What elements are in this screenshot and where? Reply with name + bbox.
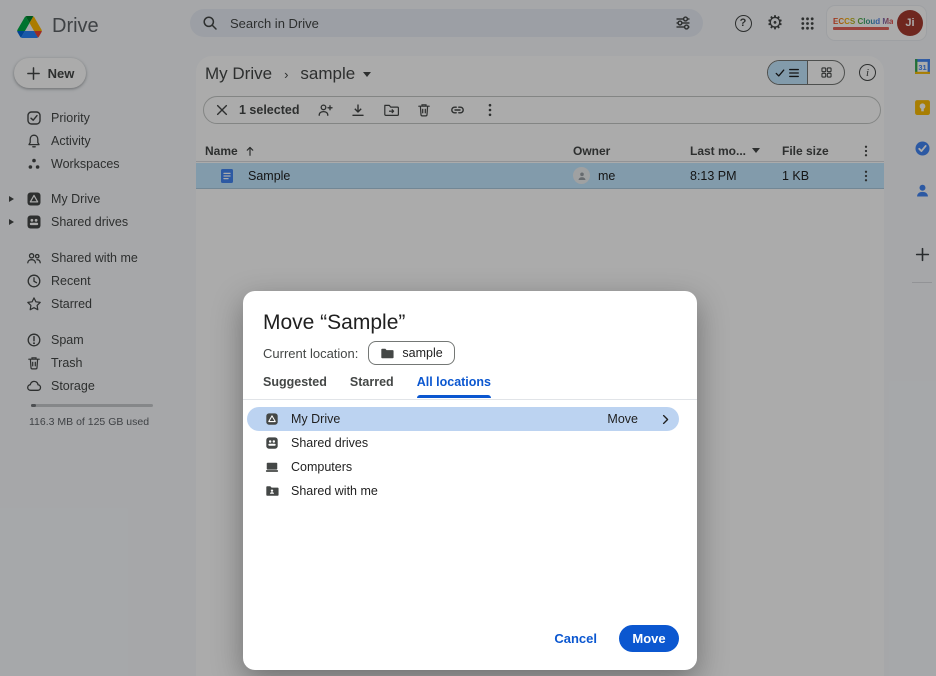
tab-all-locations[interactable]: All locations	[417, 375, 491, 397]
location-label: Computers	[291, 460, 679, 474]
move-button[interactable]: Move	[619, 625, 679, 652]
move-dialog: Move “Sample” Current location: sample S…	[243, 291, 697, 670]
cancel-button[interactable]: Cancel	[554, 631, 597, 646]
current-location-name: sample	[402, 346, 442, 360]
location-label: Shared with me	[291, 484, 679, 498]
folder-icon	[380, 347, 394, 360]
tabs-divider	[243, 399, 697, 400]
current-location-label: Current location:	[263, 346, 358, 361]
location-list: My Drive Move Shared drives Computers Sh…	[243, 407, 697, 503]
location-row-shared-with-me[interactable]: Shared with me	[247, 479, 679, 503]
location-label: Shared drives	[291, 436, 679, 450]
location-label: My Drive	[291, 412, 595, 426]
my-drive-icon	[265, 412, 279, 426]
current-location-chip[interactable]: sample	[368, 341, 454, 365]
dialog-footer: Cancel Move	[554, 625, 679, 652]
location-row-my-drive[interactable]: My Drive Move	[247, 407, 679, 431]
shared-folder-icon	[265, 484, 279, 498]
shared-drives-icon	[265, 436, 279, 450]
location-row-computers[interactable]: Computers	[247, 455, 679, 479]
computer-icon	[265, 460, 279, 474]
current-location-row: Current location: sample	[263, 341, 455, 365]
location-row-shared-drives[interactable]: Shared drives	[247, 431, 679, 455]
chevron-right-icon[interactable]	[658, 412, 673, 427]
dialog-title: Move “Sample”	[263, 311, 405, 335]
inline-move-button[interactable]: Move	[607, 412, 638, 426]
tab-suggested[interactable]: Suggested	[263, 375, 327, 397]
tab-starred[interactable]: Starred	[350, 375, 394, 397]
dialog-tabs: Suggested Starred All locations	[263, 375, 491, 397]
